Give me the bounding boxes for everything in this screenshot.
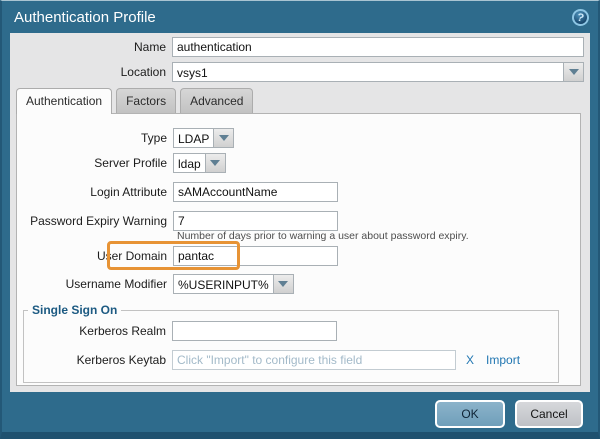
kerberos-keytab-input[interactable] bbox=[172, 350, 456, 370]
type-label: Type bbox=[17, 131, 167, 145]
chevron-down-icon[interactable] bbox=[273, 275, 293, 293]
dialog-footer: OK Cancel bbox=[2, 392, 598, 432]
chevron-down-icon[interactable] bbox=[205, 154, 225, 172]
username-modifier-field-row: Username Modifier %USERINPUT% bbox=[17, 274, 565, 294]
single-sign-on-legend: Single Sign On bbox=[28, 303, 121, 317]
type-value: LDAP bbox=[174, 129, 213, 147]
authentication-profile-dialog: Authentication Profile ? Name Location v… bbox=[0, 0, 600, 439]
name-field-row: Name bbox=[10, 37, 590, 57]
location-field-row: Location vsys1 bbox=[10, 62, 590, 82]
password-expiry-input[interactable] bbox=[173, 211, 338, 231]
name-input[interactable] bbox=[172, 37, 584, 57]
location-value: vsys1 bbox=[173, 63, 563, 81]
username-modifier-value: %USERINPUT% bbox=[174, 275, 273, 293]
server-profile-select[interactable]: ldap bbox=[173, 153, 226, 173]
import-link[interactable]: Import bbox=[486, 353, 520, 367]
name-label: Name bbox=[10, 40, 166, 54]
cancel-button[interactable]: Cancel bbox=[515, 400, 583, 428]
login-attribute-field-row: Login Attribute bbox=[17, 182, 565, 202]
type-select[interactable]: LDAP bbox=[173, 128, 234, 148]
kerberos-keytab-label: Kerberos Keytab bbox=[24, 353, 166, 367]
kerberos-realm-field-row: Kerberos Realm bbox=[24, 321, 550, 341]
kerberos-realm-label: Kerberos Realm bbox=[24, 324, 166, 338]
user-domain-field-row: User Domain bbox=[17, 246, 565, 266]
user-domain-input[interactable] bbox=[173, 246, 338, 266]
server-profile-label: Server Profile bbox=[17, 156, 167, 170]
password-expiry-label: Password Expiry Warning bbox=[17, 214, 167, 228]
username-modifier-label: Username Modifier bbox=[17, 277, 167, 291]
password-expiry-hint: Number of days prior to warning a user a… bbox=[177, 230, 565, 242]
password-expiry-field-row: Password Expiry Warning bbox=[17, 211, 565, 231]
clear-keytab-button[interactable]: X bbox=[466, 353, 474, 367]
tab-factors[interactable]: Factors bbox=[116, 88, 176, 113]
tab-advanced[interactable]: Advanced bbox=[180, 88, 253, 113]
type-field-row: Type LDAP bbox=[17, 128, 565, 148]
location-label: Location bbox=[10, 65, 166, 79]
kerberos-realm-input[interactable] bbox=[172, 321, 337, 341]
server-profile-field-row: Server Profile ldap bbox=[17, 153, 565, 173]
ok-button[interactable]: OK bbox=[435, 400, 505, 428]
dialog-titlebar: Authentication Profile ? bbox=[2, 1, 598, 33]
help-icon[interactable]: ? bbox=[570, 7, 591, 28]
tab-authentication[interactable]: Authentication bbox=[16, 88, 112, 114]
chevron-down-icon[interactable] bbox=[213, 129, 233, 147]
kerberos-keytab-field-row: Kerberos Keytab X Import bbox=[24, 350, 550, 370]
server-profile-value: ldap bbox=[174, 154, 205, 172]
tab-panel-authentication: Type LDAP Server Profile ldap Login Attr… bbox=[16, 113, 581, 386]
dialog-body: Name Location vsys1 Authentication Facto… bbox=[10, 33, 590, 392]
location-select[interactable]: vsys1 bbox=[172, 62, 584, 82]
username-modifier-select[interactable]: %USERINPUT% bbox=[173, 274, 294, 294]
tab-bar: Authentication Factors Advanced bbox=[16, 88, 590, 113]
login-attribute-label: Login Attribute bbox=[17, 185, 167, 199]
login-attribute-input[interactable] bbox=[173, 182, 338, 202]
single-sign-on-section: Single Sign On Kerberos Realm Kerberos K… bbox=[23, 303, 559, 383]
user-domain-label: User Domain bbox=[17, 249, 167, 263]
chevron-down-icon[interactable] bbox=[563, 63, 583, 81]
dialog-title: Authentication Profile bbox=[14, 9, 156, 26]
